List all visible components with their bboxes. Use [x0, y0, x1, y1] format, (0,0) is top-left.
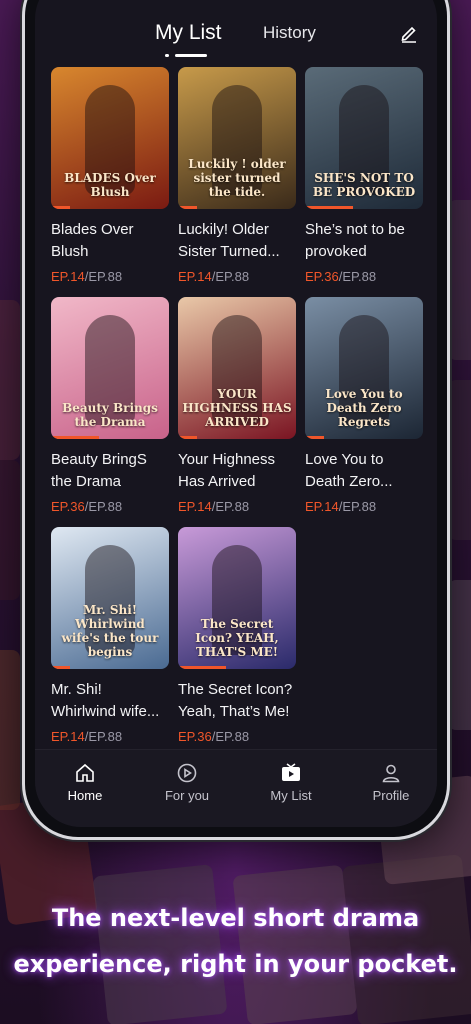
drama-title: Luckily! Older Sister Turned... — [178, 221, 280, 260]
nav-home[interactable]: Home — [45, 762, 125, 803]
poster-title: Beauty Brings the Drama — [62, 401, 158, 429]
poster-thumbnail[interactable]: Mr. Shi! Whirlwind wife's the tour begin… — [51, 527, 169, 669]
drama-title: Mr. Shi! Whirlwind wife... — [51, 681, 160, 720]
episode-total: /EP.88 — [211, 499, 250, 514]
episode-progress: EP.14/EP.88 — [178, 499, 296, 514]
list-item[interactable]: BLADES Over Blush Blades Over Blush EP.14/… — [51, 67, 169, 284]
episode-current: EP.14 — [305, 499, 339, 514]
tv-play-icon — [282, 763, 300, 781]
drama-title: She’s not to be provoked — [305, 221, 405, 260]
poster-title: BLADES Over Blush — [64, 171, 156, 199]
tab-indicator-dot — [165, 54, 169, 57]
drama-title: Your Highness Has Arrived — [178, 451, 276, 490]
episode-current: EP.36 — [178, 729, 212, 744]
episode-current: EP.14 — [178, 499, 212, 514]
list-item[interactable]: Luckily ! older sister turned the tide. L… — [178, 67, 296, 284]
poster-thumbnail[interactable]: Luckily ! older sister turned the tide. — [178, 67, 296, 209]
poster-title: SHE'S NOT TO BE PROVOKED — [312, 171, 416, 199]
episode-progress: EP.36/EP.88 — [305, 269, 423, 284]
episode-current: EP.14 — [51, 269, 85, 284]
drama-title: Love You to Death Zero... — [305, 451, 393, 490]
home-icon — [76, 763, 94, 782]
episode-progress: EP.14/EP.88 — [51, 729, 169, 744]
episode-progress: EP.36/EP.88 — [51, 499, 169, 514]
nav-profile[interactable]: Profile — [351, 762, 431, 803]
list-item[interactable]: The Secret Icon? YEAH, THAT'S ME! The Sec… — [178, 527, 296, 744]
episode-progress: EP.14/EP.88 — [305, 499, 423, 514]
episode-total: /EP.88 — [338, 269, 377, 284]
poster-thumbnail[interactable]: Beauty Brings the Drama — [51, 297, 169, 439]
play-circle-icon — [177, 763, 197, 783]
episode-current: EP.14 — [51, 729, 85, 744]
poster-thumbnail[interactable]: SHE'S NOT TO BE PROVOKED — [305, 67, 423, 209]
tab-history[interactable]: History — [263, 23, 316, 43]
app-screen: My List History BLADES Over Blush Blades … — [35, 0, 437, 827]
list-item[interactable]: Mr. Shi! Whirlwind wife's the tour begin… — [51, 527, 169, 744]
poster-title: Love You to Death Zero Regrets — [325, 387, 403, 429]
poster-thumbnail[interactable]: BLADES Over Blush — [51, 67, 169, 209]
episode-current: EP.36 — [305, 269, 339, 284]
watch-progress-bar — [51, 666, 70, 669]
nav-label-my-list: My List — [270, 788, 312, 803]
watch-progress-bar — [305, 436, 324, 439]
episode-progress: EP.36/EP.88 — [178, 729, 296, 744]
list-item[interactable]: Love You to Death Zero Regrets Love You t… — [305, 297, 423, 514]
episode-total: /EP.88 — [84, 269, 123, 284]
watch-progress-bar — [178, 206, 197, 209]
tab-indicator — [175, 54, 207, 57]
poster-title: Luckily ! older sister turned the tide. — [188, 157, 286, 199]
episode-progress: EP.14/EP.88 — [178, 269, 296, 284]
episode-current: EP.36 — [51, 499, 85, 514]
phone-frame: My List History BLADES Over Blush Blades … — [22, 0, 450, 840]
tab-my-list[interactable]: My List — [155, 21, 222, 45]
edit-button[interactable] — [399, 23, 419, 43]
list-item[interactable]: Beauty Brings the Drama Beauty BringS the… — [51, 297, 169, 514]
episode-total: /EP.88 — [84, 729, 123, 744]
person-icon — [382, 764, 400, 783]
poster-title: The Secret Icon? YEAH, THAT'S ME! — [195, 617, 279, 659]
episode-total: /EP.88 — [338, 499, 377, 514]
poster-title: Mr. Shi! Whirlwind wife's the tour begin… — [61, 603, 159, 659]
poster-title: YOUR HIGHNESS HAS ARRIVED — [182, 387, 292, 429]
nav-label-home: Home — [67, 788, 103, 803]
watch-progress-bar — [51, 436, 100, 439]
poster-thumbnail[interactable]: Love You to Death Zero Regrets — [305, 297, 423, 439]
watch-progress-bar — [178, 666, 227, 669]
episode-current: EP.14 — [178, 269, 212, 284]
nav-for-you[interactable]: For you — [147, 762, 227, 803]
nav-my-list[interactable]: My List — [251, 762, 331, 803]
nav-label-profile: Profile — [372, 788, 410, 803]
top-bar: My List History — [35, 11, 437, 61]
watch-progress-bar — [178, 436, 197, 439]
tagline-line-1: The next-level short drama — [51, 904, 420, 932]
episode-progress: EP.14/EP.88 — [51, 269, 169, 284]
episode-total: /EP.88 — [84, 499, 123, 514]
bottom-nav: Home For you My List Profile — [35, 749, 437, 827]
nav-label-for-you: For you — [164, 788, 210, 803]
poster-thumbnail[interactable]: YOUR HIGHNESS HAS ARRIVED — [178, 297, 296, 439]
poster-thumbnail[interactable]: The Secret Icon? YEAH, THAT'S ME! — [178, 527, 296, 669]
list-item[interactable]: SHE'S NOT TO BE PROVOKED She’s not to be … — [305, 67, 423, 284]
episode-total: /EP.88 — [211, 729, 250, 744]
drama-title: Blades Over Blush — [51, 221, 134, 260]
episode-total: /EP.88 — [211, 269, 250, 284]
drama-title: Beauty BringS the Drama — [51, 451, 147, 490]
watch-progress-bar — [305, 206, 354, 209]
tagline-line-2: experience, right in your pocket. — [13, 950, 458, 978]
edit-icon — [401, 26, 416, 43]
promo-tagline: The next-level short drama experience, r… — [0, 895, 471, 987]
drama-title: The Secret Icon? Yeah, That’s Me! — [178, 681, 293, 720]
watch-progress-bar — [51, 206, 70, 209]
list-item[interactable]: YOUR HIGHNESS HAS ARRIVED Your Highness H… — [178, 297, 296, 514]
